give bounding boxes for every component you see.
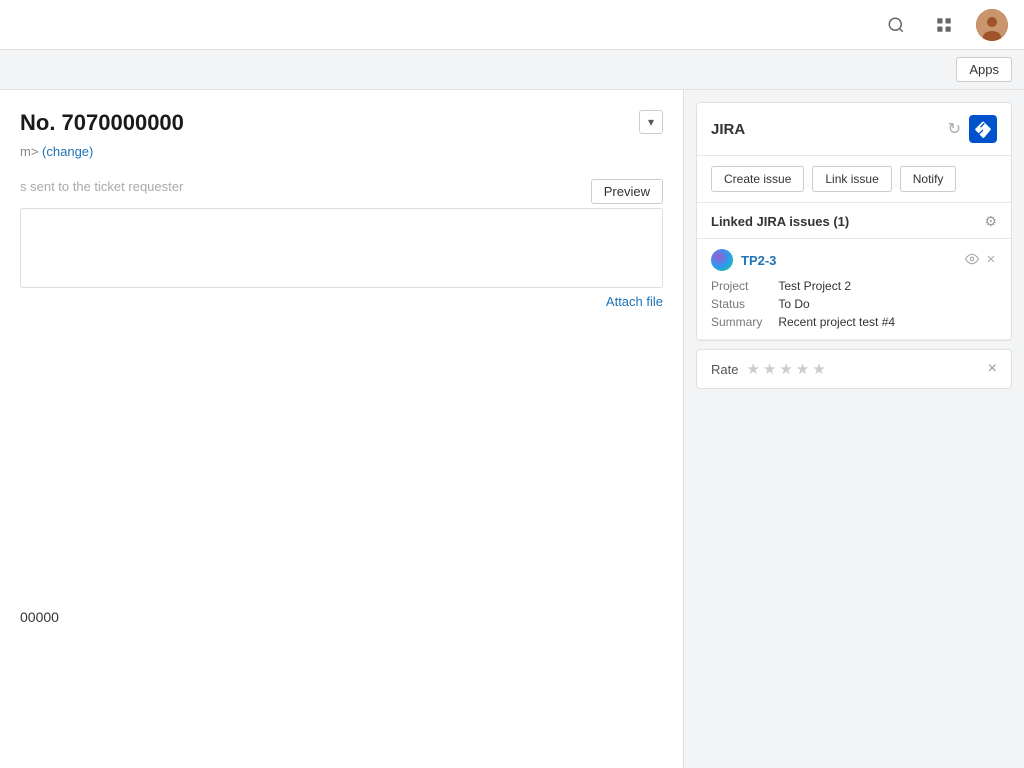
grid-icon[interactable] bbox=[928, 9, 960, 41]
ticket-dropdown-button[interactable]: ▾ bbox=[639, 110, 663, 134]
issue-id-row: TP2-3 bbox=[711, 249, 776, 271]
ticket-meta: m> (change) bbox=[20, 144, 663, 159]
apps-button[interactable]: Apps bbox=[956, 57, 1012, 82]
star-1[interactable]: ★ bbox=[746, 360, 759, 378]
gear-icon[interactable]: ⚙ bbox=[984, 213, 997, 230]
refresh-icon[interactable]: ↻ bbox=[948, 119, 961, 139]
unlink-icon[interactable] bbox=[985, 253, 997, 268]
reply-section: Preview s sent to the ticket requester A… bbox=[20, 179, 663, 309]
linked-issues-title: Linked JIRA issues (1) bbox=[711, 214, 849, 229]
project-label: Project bbox=[711, 279, 762, 293]
search-icon[interactable] bbox=[880, 9, 912, 41]
issue-id[interactable]: TP2-3 bbox=[741, 253, 776, 268]
linked-issues-header: Linked JIRA issues (1) ⚙ bbox=[697, 203, 1011, 239]
left-panel: No. 7070000000 ▾ m> (change) Preview s s… bbox=[0, 90, 684, 768]
right-panel: JIRA ↻ Create issue Link issue Notify Li… bbox=[684, 90, 1024, 768]
jira-title: JIRA bbox=[711, 121, 745, 138]
apps-bar: Apps bbox=[0, 50, 1024, 90]
rate-section: Rate ★ ★ ★ ★ ★ × bbox=[696, 349, 1012, 389]
ticket-number-bottom: 00000 bbox=[20, 609, 663, 625]
notify-button[interactable]: Notify bbox=[900, 166, 957, 192]
star-5[interactable]: ★ bbox=[812, 360, 825, 378]
status-label: Status bbox=[711, 297, 762, 311]
star-3[interactable]: ★ bbox=[779, 360, 792, 378]
link-issue-button[interactable]: Link issue bbox=[812, 166, 891, 192]
issue-avatar bbox=[711, 249, 733, 271]
stars[interactable]: ★ ★ ★ ★ ★ bbox=[746, 360, 825, 378]
rate-close-icon[interactable]: × bbox=[988, 360, 997, 378]
issue-details: Project Test Project 2 Status To Do Summ… bbox=[711, 279, 997, 329]
ticket-header: No. 7070000000 ▾ bbox=[20, 110, 663, 136]
attach-file-link[interactable]: Attach file bbox=[20, 294, 663, 309]
eye-icon[interactable] bbox=[965, 252, 979, 269]
change-link[interactable]: (change) bbox=[42, 144, 93, 159]
top-nav bbox=[0, 0, 1024, 50]
project-value: Test Project 2 bbox=[778, 279, 997, 293]
status-value: To Do bbox=[778, 297, 997, 311]
preview-button[interactable]: Preview bbox=[591, 179, 663, 204]
star-2[interactable]: ★ bbox=[763, 360, 776, 378]
avatar[interactable] bbox=[976, 9, 1008, 41]
summary-label: Summary bbox=[711, 315, 762, 329]
issue-item-header: TP2-3 bbox=[711, 249, 997, 271]
reply-textarea[interactable] bbox=[20, 208, 663, 288]
issue-item: TP2-3 bbox=[697, 239, 1011, 340]
jira-logo bbox=[969, 115, 997, 143]
rate-left: Rate ★ ★ ★ ★ ★ bbox=[711, 360, 826, 378]
jira-header: JIRA ↻ bbox=[697, 103, 1011, 156]
create-issue-button[interactable]: Create issue bbox=[711, 166, 804, 192]
jira-actions: Create issue Link issue Notify bbox=[697, 156, 1011, 203]
reply-note: s sent to the ticket requester bbox=[20, 179, 663, 194]
issue-actions bbox=[965, 252, 997, 269]
rate-label: Rate bbox=[711, 362, 738, 377]
star-4[interactable]: ★ bbox=[796, 360, 809, 378]
jira-card: JIRA ↻ Create issue Link issue Notify Li… bbox=[696, 102, 1012, 341]
main-container: No. 7070000000 ▾ m> (change) Preview s s… bbox=[0, 90, 1024, 768]
summary-value: Recent project test #4 bbox=[778, 315, 997, 329]
ticket-title: No. 7070000000 bbox=[20, 110, 184, 136]
